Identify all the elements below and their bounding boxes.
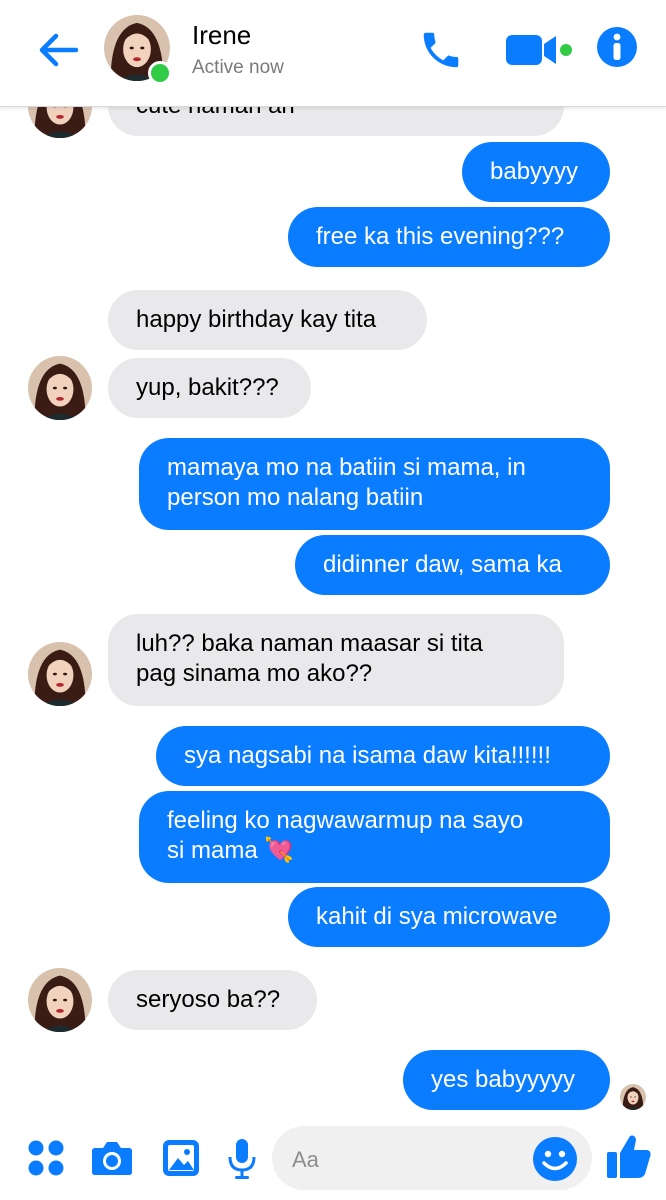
composer-bar: Aa — [0, 1116, 666, 1200]
message-incoming[interactable]: cute naman ah — [108, 106, 564, 136]
message-incoming[interactable]: luh?? baka naman maasar si tita pag sina… — [108, 614, 564, 706]
contact-status: Active now — [192, 57, 284, 78]
message-incoming[interactable]: seryoso ba?? — [108, 970, 317, 1030]
contact-name[interactable]: Irene — [192, 20, 251, 51]
chat-header: Irene Active now — [0, 0, 666, 107]
phone-icon[interactable] — [418, 27, 464, 73]
contact-avatar-small[interactable] — [28, 642, 92, 706]
contact-avatar-small[interactable] — [28, 356, 92, 420]
message-incoming[interactable]: yup, bakit??? — [108, 358, 311, 418]
message-outgoing[interactable]: kahit di sya microwave — [288, 887, 610, 947]
active-status-dot — [148, 61, 172, 85]
message-outgoing[interactable]: yes babyyyyy — [403, 1050, 610, 1110]
message-input-placeholder[interactable]: Aa — [292, 1147, 319, 1173]
emoji-icon[interactable] — [532, 1136, 578, 1182]
contact-avatar-small[interactable] — [28, 968, 92, 1032]
message-list[interactable]: cute naman ah babyyyy free ka this eveni… — [0, 106, 666, 1116]
gallery-icon[interactable] — [162, 1139, 200, 1177]
apps-grid-icon[interactable] — [27, 1139, 65, 1177]
message-outgoing[interactable]: free ka this evening??? — [288, 207, 610, 267]
message-outgoing[interactable]: mamaya mo na batiin si mama, in person m… — [139, 438, 610, 530]
video-camera-icon[interactable] — [504, 30, 572, 70]
microphone-icon[interactable] — [227, 1138, 257, 1180]
message-outgoing[interactable]: babyyyy — [462, 142, 610, 202]
contact-avatar-small[interactable] — [28, 106, 92, 138]
info-icon[interactable] — [596, 26, 638, 68]
message-outgoing[interactable]: didinner daw, sama ka — [295, 535, 610, 595]
camera-icon[interactable] — [91, 1139, 133, 1177]
seen-receipt-avatar — [620, 1084, 646, 1110]
back-arrow-icon[interactable] — [36, 28, 80, 72]
message-outgoing[interactable]: feeling ko nagwawarmup na sayo si mama 💘 — [139, 791, 610, 883]
thumbs-up-icon[interactable] — [606, 1132, 652, 1180]
message-incoming[interactable]: happy birthday kay tita — [108, 290, 427, 350]
message-outgoing[interactable]: sya nagsabi na isama daw kita!!!!!! — [156, 726, 610, 786]
